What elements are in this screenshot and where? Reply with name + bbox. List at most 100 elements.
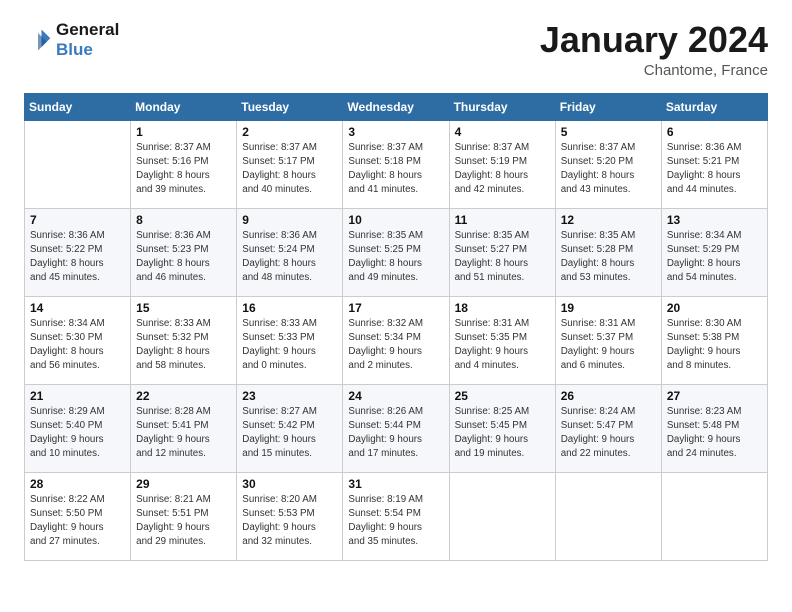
day-number: 4	[455, 125, 550, 139]
page: General Blue January 2024 Chantome, Fran…	[0, 0, 792, 577]
calendar-cell: 19Sunrise: 8:31 AM Sunset: 5:37 PM Dayli…	[555, 296, 661, 384]
calendar-cell: 22 Sunrise: 8:28 AM Sunset: 5:41 PM Dayli…	[131, 384, 237, 472]
day-info: Sunrise: 8:32 AM Sunset: 5:34 PM Dayligh…	[348, 317, 443, 374]
day-info: Sunrise: 8:37 AM Sunset: 5:17 PM Dayligh…	[242, 141, 337, 198]
logo: General Blue	[24, 20, 119, 59]
day-number: 16	[242, 301, 337, 315]
calendar-cell: 12 Sunrise: 8:35 AM Sunset: 5:28 PM Dayli…	[555, 208, 661, 296]
day-number: 9	[242, 213, 337, 227]
col-header-wednesday: Wednesday	[343, 93, 449, 120]
day-number: 22	[136, 389, 231, 403]
calendar-cell: 2 Sunrise: 8:37 AM Sunset: 5:17 PM Daylig…	[237, 120, 343, 208]
day-info: Sunrise: 8:33 AM Sunset: 5:33 PM Dayligh…	[242, 317, 337, 374]
calendar-cell: 3Sunrise: 8:37 AM Sunset: 5:18 PM Daylig…	[343, 120, 449, 208]
calendar-cell	[661, 472, 767, 560]
week-row-4: 28 Sunrise: 8:22 AM Sunset: 5:50 PM Dayli…	[25, 472, 768, 560]
day-info: Sunrise: 8:36 AM Sunset: 5:23 PM Dayligh…	[136, 229, 231, 286]
day-number: 27	[667, 389, 762, 403]
day-number: 7	[30, 213, 125, 227]
col-header-tuesday: Tuesday	[237, 93, 343, 120]
day-number: 2	[242, 125, 337, 139]
day-info: Sunrise: 8:35 AM Sunset: 5:25 PM Dayligh…	[348, 229, 443, 286]
calendar-table: SundayMondayTuesdayWednesdayThursdayFrid…	[24, 93, 768, 561]
day-number: 20	[667, 301, 762, 315]
col-header-monday: Monday	[131, 93, 237, 120]
calendar-cell: 26 Sunrise: 8:24 AM Sunset: 5:47 PM Dayli…	[555, 384, 661, 472]
day-info: Sunrise: 8:31 AM Sunset: 5:35 PM Dayligh…	[455, 317, 550, 374]
calendar-cell: 27 Sunrise: 8:23 AM Sunset: 5:48 PM Dayli…	[661, 384, 767, 472]
day-info: Sunrise: 8:23 AM Sunset: 5:48 PM Dayligh…	[667, 405, 762, 462]
day-number: 15	[136, 301, 231, 315]
day-info: Sunrise: 8:33 AM Sunset: 5:32 PM Dayligh…	[136, 317, 231, 374]
day-info: Sunrise: 8:20 AM Sunset: 5:53 PM Dayligh…	[242, 493, 337, 550]
day-info: Sunrise: 8:34 AM Sunset: 5:29 PM Dayligh…	[667, 229, 762, 286]
calendar-cell: 21 Sunrise: 8:29 AM Sunset: 5:40 PM Dayli…	[25, 384, 131, 472]
day-number: 12	[561, 213, 656, 227]
col-header-friday: Friday	[555, 93, 661, 120]
day-number: 14	[30, 301, 125, 315]
day-info: Sunrise: 8:29 AM Sunset: 5:40 PM Dayligh…	[30, 405, 125, 462]
day-number: 30	[242, 477, 337, 491]
calendar-cell: 7 Sunrise: 8:36 AM Sunset: 5:22 PM Daylig…	[25, 208, 131, 296]
day-info: Sunrise: 8:21 AM Sunset: 5:51 PM Dayligh…	[136, 493, 231, 550]
day-info: Sunrise: 8:27 AM Sunset: 5:42 PM Dayligh…	[242, 405, 337, 462]
calendar-cell: 17 Sunrise: 8:32 AM Sunset: 5:34 PM Dayli…	[343, 296, 449, 384]
calendar-cell: 1 Sunrise: 8:37 AM Sunset: 5:16 PM Daylig…	[131, 120, 237, 208]
day-number: 21	[30, 389, 125, 403]
day-info: Sunrise: 8:31 AM Sunset: 5:37 PM Dayligh…	[561, 317, 656, 374]
logo-text: General Blue	[56, 20, 119, 59]
day-info: Sunrise: 8:37 AM Sunset: 5:19 PM Dayligh…	[455, 141, 550, 198]
day-number: 5	[561, 125, 656, 139]
calendar-cell: 20 Sunrise: 8:30 AM Sunset: 5:38 PM Dayli…	[661, 296, 767, 384]
col-header-thursday: Thursday	[449, 93, 555, 120]
day-info: Sunrise: 8:35 AM Sunset: 5:27 PM Dayligh…	[455, 229, 550, 286]
day-info: Sunrise: 8:36 AM Sunset: 5:24 PM Dayligh…	[242, 229, 337, 286]
day-info: Sunrise: 8:37 AM Sunset: 5:16 PM Dayligh…	[136, 141, 231, 198]
week-row-1: 7 Sunrise: 8:36 AM Sunset: 5:22 PM Daylig…	[25, 208, 768, 296]
calendar-cell: 9 Sunrise: 8:36 AM Sunset: 5:24 PM Daylig…	[237, 208, 343, 296]
calendar-cell: 4 Sunrise: 8:37 AM Sunset: 5:19 PM Daylig…	[449, 120, 555, 208]
week-row-2: 14 Sunrise: 8:34 AM Sunset: 5:30 PM Dayli…	[25, 296, 768, 384]
day-number: 28	[30, 477, 125, 491]
day-info: Sunrise: 8:37 AM Sunset: 5:18 PM Dayligh…	[348, 141, 443, 198]
day-info: Sunrise: 8:30 AM Sunset: 5:38 PM Dayligh…	[667, 317, 762, 374]
calendar-cell: 23 Sunrise: 8:27 AM Sunset: 5:42 PM Dayli…	[237, 384, 343, 472]
day-info: Sunrise: 8:25 AM Sunset: 5:45 PM Dayligh…	[455, 405, 550, 462]
calendar-cell: 29 Sunrise: 8:21 AM Sunset: 5:51 PM Dayli…	[131, 472, 237, 560]
calendar-cell: 25 Sunrise: 8:25 AM Sunset: 5:45 PM Dayli…	[449, 384, 555, 472]
day-info: Sunrise: 8:24 AM Sunset: 5:47 PM Dayligh…	[561, 405, 656, 462]
calendar-cell: 16 Sunrise: 8:33 AM Sunset: 5:33 PM Dayli…	[237, 296, 343, 384]
calendar-cell: 18 Sunrise: 8:31 AM Sunset: 5:35 PM Dayli…	[449, 296, 555, 384]
day-number: 29	[136, 477, 231, 491]
location-subtitle: Chantome, France	[540, 62, 768, 79]
day-number: 6	[667, 125, 762, 139]
calendar-cell: 28 Sunrise: 8:22 AM Sunset: 5:50 PM Dayli…	[25, 472, 131, 560]
day-number: 11	[455, 213, 550, 227]
day-info: Sunrise: 8:35 AM Sunset: 5:28 PM Dayligh…	[561, 229, 656, 286]
day-number: 8	[136, 213, 231, 227]
title-block: January 2024 Chantome, France	[540, 20, 768, 79]
calendar-cell: 10 Sunrise: 8:35 AM Sunset: 5:25 PM Dayli…	[343, 208, 449, 296]
day-number: 1	[136, 125, 231, 139]
day-number: 31	[348, 477, 443, 491]
day-number: 17	[348, 301, 443, 315]
day-number: 26	[561, 389, 656, 403]
day-number: 25	[455, 389, 550, 403]
day-number: 23	[242, 389, 337, 403]
month-title: January 2024	[540, 20, 768, 60]
day-info: Sunrise: 8:36 AM Sunset: 5:22 PM Dayligh…	[30, 229, 125, 286]
day-number: 10	[348, 213, 443, 227]
day-info: Sunrise: 8:22 AM Sunset: 5:50 PM Dayligh…	[30, 493, 125, 550]
day-number: 18	[455, 301, 550, 315]
calendar-cell	[555, 472, 661, 560]
calendar-cell: 15 Sunrise: 8:33 AM Sunset: 5:32 PM Dayli…	[131, 296, 237, 384]
logo-icon	[24, 26, 52, 54]
day-info: Sunrise: 8:36 AM Sunset: 5:21 PM Dayligh…	[667, 141, 762, 198]
calendar-cell	[449, 472, 555, 560]
calendar-cell: 13Sunrise: 8:34 AM Sunset: 5:29 PM Dayli…	[661, 208, 767, 296]
calendar-cell: 24Sunrise: 8:26 AM Sunset: 5:44 PM Dayli…	[343, 384, 449, 472]
week-row-0: 1 Sunrise: 8:37 AM Sunset: 5:16 PM Daylig…	[25, 120, 768, 208]
day-info: Sunrise: 8:28 AM Sunset: 5:41 PM Dayligh…	[136, 405, 231, 462]
day-info: Sunrise: 8:34 AM Sunset: 5:30 PM Dayligh…	[30, 317, 125, 374]
calendar-cell: 30 Sunrise: 8:20 AM Sunset: 5:53 PM Dayli…	[237, 472, 343, 560]
